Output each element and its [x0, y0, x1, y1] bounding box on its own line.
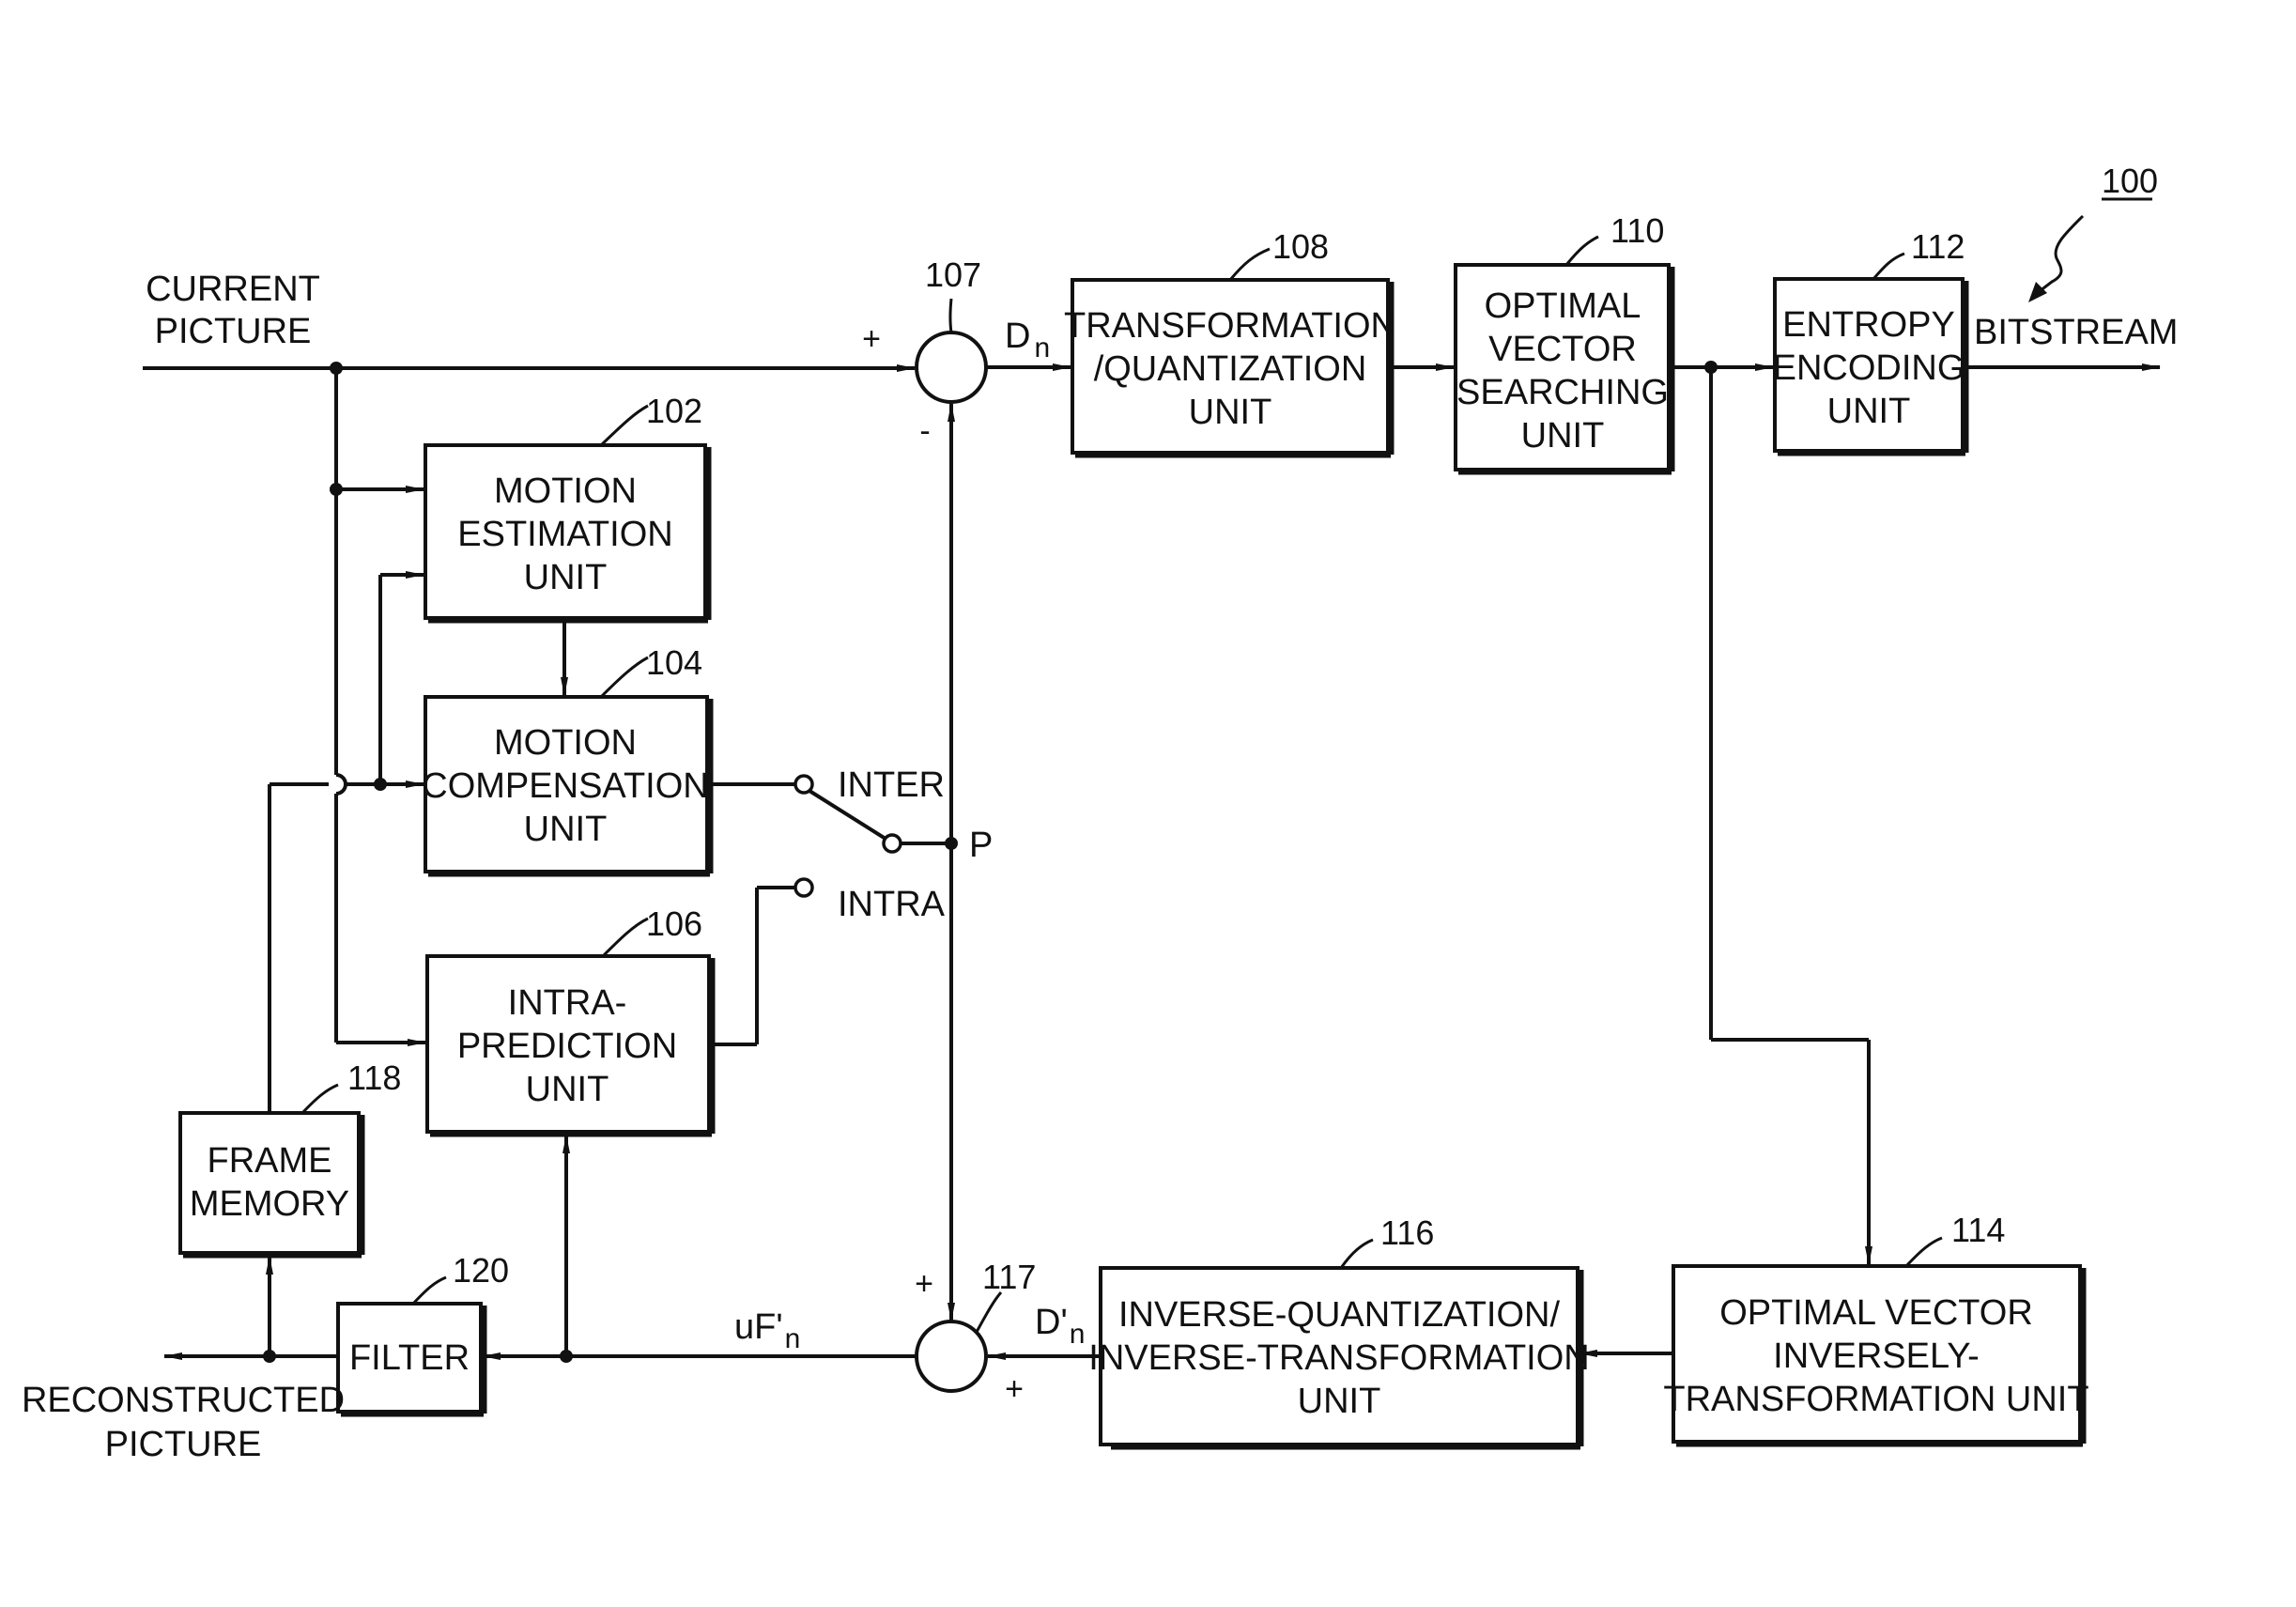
ref-leader-118	[300, 1083, 339, 1115]
ref-114: 114	[1951, 1211, 2005, 1249]
encoder-diagram: CURRENT PICTURE MOTION ESTIMATION UNIT 1…	[22, 162, 2179, 1464]
reconstructed-label-line2: PICTURE	[105, 1425, 262, 1464]
subtractor-minus: -	[919, 413, 930, 449]
reconstructed-label-line1: RECONSTRUCTED	[22, 1381, 345, 1420]
switch-terminal-inter	[794, 774, 814, 795]
ref-116: 116	[1380, 1213, 1434, 1252]
iq-line2: INVERSE-TRANSFORMATION	[1088, 1338, 1589, 1378]
entropy-line1: ENTROPY	[1782, 305, 1955, 345]
intra-prediction-unit: INTRA- PREDICTION UNIT	[425, 954, 716, 1137]
ref-112: 112	[1911, 227, 1965, 266]
tq-line2: /QUANTIZATION	[1094, 349, 1367, 389]
switch-terminal-common	[882, 833, 902, 854]
subtractor-107	[915, 331, 988, 404]
tq-line1: TRANSFORMATION	[1064, 306, 1396, 346]
optimal-vector-searching-unit: OPTIMAL VECTOR SEARCHING UNIT	[1454, 263, 1675, 475]
inverse-quant-transform-unit: INVERSE-QUANTIZATION/ INVERSE-TRANSFORMA…	[1088, 1266, 1590, 1450]
entropy-line2: ENCODING	[1773, 348, 1965, 388]
intra-line3: UNIT	[526, 1070, 609, 1109]
ovit-line1: OPTIMAL VECTOR	[1719, 1293, 2033, 1333]
current-picture-label-line1: CURRENT	[146, 270, 320, 309]
node-p-label: P	[969, 826, 993, 865]
ref-leader-100	[2039, 214, 2085, 293]
adder-117	[915, 1320, 988, 1393]
intra-label: INTRA	[838, 885, 946, 924]
subtractor-plus: +	[862, 321, 881, 357]
optimal-vector-inverse-unit: OPTIMAL VECTOR INVERSELY- TRANSFORMATION…	[1663, 1264, 2089, 1447]
ref-leader-116	[1339, 1238, 1374, 1269]
ref-102: 102	[646, 392, 702, 430]
switch-terminal-intra	[794, 877, 814, 898]
ref-leader-114	[1904, 1236, 1943, 1268]
ref-leader-112	[1872, 252, 1905, 280]
ref-leader-104	[599, 656, 649, 699]
ovs-line1: OPTIMAL	[1485, 286, 1641, 326]
ovs-line3: SEARCHING	[1456, 373, 1669, 412]
entropy-encoding-unit: ENTROPY ENCODING UNIT	[1773, 277, 1969, 456]
intra-line1: INTRA-	[508, 983, 627, 1023]
filter-label: FILTER	[349, 1338, 470, 1378]
ref-107: 107	[925, 255, 981, 294]
frame-memory-unit: FRAME MEMORY	[178, 1111, 365, 1259]
ref-120: 120	[453, 1251, 509, 1290]
ref-118: 118	[347, 1058, 401, 1097]
mc-line1: MOTION	[494, 723, 637, 763]
ref-leader-106	[601, 917, 649, 958]
ovs-line4: UNIT	[1521, 416, 1605, 456]
me-line1: MOTION	[494, 471, 637, 511]
entropy-line3: UNIT	[1827, 392, 1911, 431]
transformation-quantization-unit: TRANSFORMATION /QUANTIZATION UNIT	[1064, 278, 1396, 458]
ref-104: 104	[646, 643, 702, 682]
motion-estimation-unit: MOTION ESTIMATION UNIT	[424, 443, 712, 624]
ref-leader-102	[599, 404, 649, 447]
ref-leader-108	[1228, 247, 1271, 281]
tq-line3: UNIT	[1189, 393, 1272, 432]
ref-leader-107	[948, 298, 953, 333]
adder-plus-top: +	[915, 1266, 933, 1302]
dn-label: Dn	[1005, 317, 1050, 363]
mc-line2: COMPENSATION	[422, 766, 708, 806]
dn-prime-label: D'n	[1035, 1303, 1085, 1350]
ovit-line2: INVERSELY-	[1773, 1337, 1980, 1376]
ref-leader-110	[1564, 235, 1599, 266]
ref-100-arrowhead	[2028, 282, 2047, 302]
filter-unit: FILTER	[336, 1302, 487, 1417]
adder-plus-right: +	[1005, 1371, 1024, 1407]
iq-line1: INVERSE-QUANTIZATION/	[1118, 1295, 1561, 1335]
frame-memory-line1: FRAME	[208, 1141, 332, 1181]
frame-memory-line2: MEMORY	[190, 1184, 349, 1224]
ref-106: 106	[646, 904, 702, 943]
ovit-line3: TRANSFORMATION UNIT	[1663, 1380, 2088, 1419]
ref-117: 117	[982, 1258, 1036, 1296]
bitstream-label: BITSTREAM	[1974, 313, 2178, 352]
ref-leader-117	[975, 1291, 1003, 1333]
inter-label: INTER	[838, 765, 945, 805]
ref-100: 100	[2102, 162, 2158, 200]
current-picture-label-line2: PICTURE	[155, 312, 312, 351]
ufn-label: uF'n	[734, 1307, 800, 1354]
iq-line3: UNIT	[1298, 1382, 1381, 1421]
ref-leader-120	[411, 1275, 447, 1306]
mc-line3: UNIT	[524, 810, 608, 849]
ref-110: 110	[1610, 211, 1664, 250]
motion-compensation-unit: MOTION COMPENSATION UNIT	[422, 695, 714, 877]
ovs-line2: VECTOR	[1488, 330, 1637, 369]
ref-108: 108	[1272, 227, 1329, 266]
me-line3: UNIT	[524, 558, 608, 597]
intra-line2: PREDICTION	[457, 1027, 677, 1066]
me-line2: ESTIMATION	[457, 515, 672, 554]
